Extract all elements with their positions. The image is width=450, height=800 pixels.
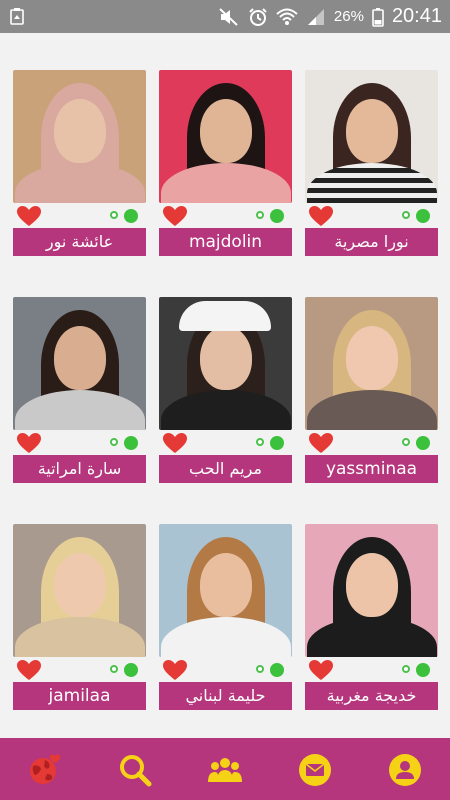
profile-grid: عائشة نور majdolin نورا مصرية سارة امرات…: [0, 33, 450, 737]
online-status-indicator: [110, 663, 142, 677]
profile-photo[interactable]: [13, 70, 146, 203]
profile-card[interactable]: سارة امراتية: [13, 297, 146, 487]
profile-name[interactable]: خديجة مغربية: [305, 682, 438, 710]
nav-messages[interactable]: [297, 752, 333, 788]
heart-icon[interactable]: [162, 432, 188, 454]
profile-card[interactable]: خديجة مغربية: [305, 524, 438, 714]
heart-icon[interactable]: [308, 432, 334, 454]
profile-name[interactable]: سارة امراتية: [13, 455, 146, 483]
nav-profile[interactable]: [387, 752, 423, 788]
heart-icon[interactable]: [16, 205, 42, 227]
profile-photo[interactable]: [13, 297, 146, 430]
nav-explore[interactable]: [27, 752, 63, 788]
online-status-indicator: [256, 436, 288, 450]
profile-name[interactable]: نورا مصرية: [305, 228, 438, 256]
profile-card[interactable]: مريم الحب: [159, 297, 292, 487]
group-icon: [208, 758, 242, 782]
nav-search[interactable]: [117, 752, 153, 788]
nav-groups[interactable]: [207, 752, 243, 788]
profile-photo[interactable]: [305, 297, 438, 430]
heart-icon[interactable]: [308, 205, 334, 227]
mute-icon: [219, 7, 238, 26]
profile-name[interactable]: عائشة نور: [13, 228, 146, 256]
profile-photo[interactable]: [305, 70, 438, 203]
profile-name[interactable]: مريم الحب: [159, 455, 292, 483]
wifi-icon: [276, 8, 298, 25]
recycle-icon: [10, 8, 24, 25]
profile-name[interactable]: majdolin: [159, 228, 292, 256]
battery-percent: 26%: [333, 8, 364, 25]
profile-icon: [389, 754, 421, 786]
online-status-indicator: [110, 209, 142, 223]
battery-icon: [372, 7, 384, 27]
profile-name[interactable]: yassminaa: [305, 455, 438, 483]
heart-icon[interactable]: [16, 432, 42, 454]
profile-photo[interactable]: [159, 297, 292, 430]
globe-heart-icon: [30, 754, 61, 784]
heart-icon[interactable]: [162, 659, 188, 681]
clock: 20:41: [391, 5, 442, 27]
profile-card[interactable]: majdolin: [159, 70, 292, 260]
profile-card[interactable]: عائشة نور: [13, 70, 146, 260]
online-status-indicator: [402, 209, 434, 223]
search-icon: [120, 755, 152, 787]
profile-card[interactable]: حليمة لبناني: [159, 524, 292, 714]
online-status-indicator: [256, 209, 288, 223]
profile-photo[interactable]: [305, 524, 438, 657]
heart-icon[interactable]: [162, 205, 188, 227]
signal-icon: [307, 8, 324, 25]
profile-name[interactable]: jamilaa: [13, 682, 146, 710]
profile-photo[interactable]: [159, 70, 292, 203]
online-status-indicator: [110, 436, 142, 450]
profile-card[interactable]: jamilaa: [13, 524, 146, 714]
profile-card[interactable]: نورا مصرية: [305, 70, 438, 260]
mail-icon: [299, 754, 331, 786]
heart-icon[interactable]: [16, 659, 42, 681]
bottom-nav: [0, 738, 450, 800]
online-status-indicator: [402, 436, 434, 450]
profile-photo[interactable]: [159, 524, 292, 657]
profile-photo[interactable]: [13, 524, 146, 657]
heart-icon[interactable]: [308, 659, 334, 681]
online-status-indicator: [256, 663, 288, 677]
online-status-indicator: [402, 663, 434, 677]
status-bar: 26% 20:41: [0, 0, 450, 33]
profile-name[interactable]: حليمة لبناني: [159, 682, 292, 710]
profile-card[interactable]: yassminaa: [305, 297, 438, 487]
alarm-icon: [249, 7, 267, 26]
